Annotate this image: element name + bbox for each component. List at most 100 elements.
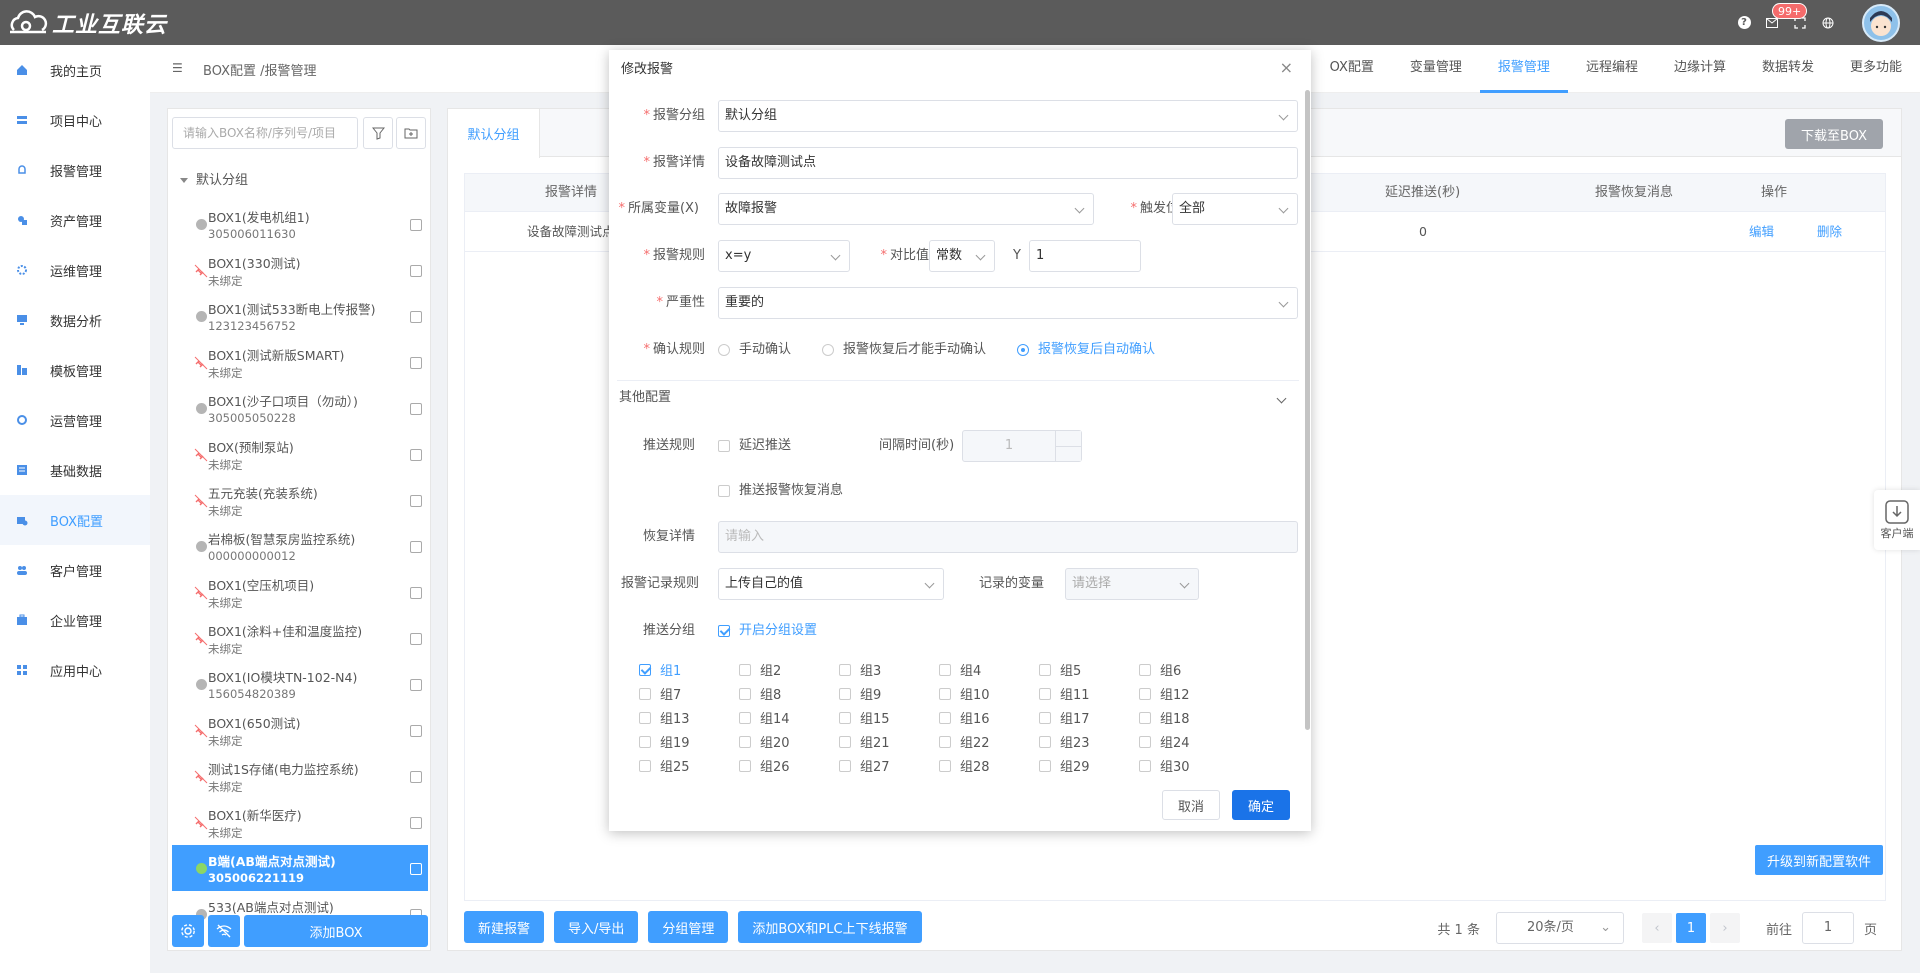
copy-icon[interactable] — [410, 725, 422, 737]
box-list-item[interactable]: B端(AB端点对点测试) 305006221119 — [172, 845, 428, 891]
group-checkbox[interactable]: 组3 — [839, 660, 881, 679]
new-alarm-button[interactable]: 新建报警 — [464, 911, 545, 943]
severity-select[interactable]: 重要的 — [718, 287, 1298, 319]
box-list-item[interactable]: BOX1(新华医疗) 未绑定 — [172, 799, 428, 845]
group-checkbox[interactable]: 组2 — [739, 660, 781, 679]
box-list-item[interactable]: 五元充装(充装系统) 未绑定 — [172, 477, 428, 523]
prev-page-button[interactable]: ‹ — [1641, 913, 1672, 943]
copy-icon[interactable] — [410, 633, 422, 645]
nav-item-9[interactable]: BOX配置 — [0, 495, 150, 545]
interval-stepper[interactable]: 1 — [962, 430, 1082, 462]
page-size-select[interactable]: 20条/页 ⌄ — [1495, 912, 1624, 944]
nav-item-8[interactable]: 基础数据 — [0, 445, 150, 495]
box-list-item[interactable]: BOX1(IO模块TN-102-N4) 156054820389 — [172, 661, 428, 707]
copy-icon[interactable] — [410, 495, 422, 507]
compare-type-select[interactable]: 常数 — [929, 240, 995, 272]
trigger-select[interactable]: 全部 — [1172, 193, 1298, 225]
nav-item-4[interactable]: 运维管理 — [0, 245, 150, 295]
tree-settings-button[interactable] — [172, 915, 204, 947]
goto-page-input[interactable]: 1 — [1801, 912, 1854, 944]
add-online-alarm-button[interactable]: 添加BOX和PLC上下线报警 — [738, 911, 922, 943]
nav-item-7[interactable]: 运营管理 — [0, 395, 150, 445]
group-checkbox[interactable]: 组26 — [739, 756, 790, 775]
box-list-item[interactable]: BOX1(测试533断电上传报警) 123123456752 — [172, 293, 428, 339]
import-export-button[interactable]: 导入/导出 — [554, 911, 639, 943]
dialog-scrollbar[interactable] — [1305, 90, 1310, 780]
nav-item-6[interactable]: 模板管理 — [0, 345, 150, 395]
copy-icon[interactable] — [410, 449, 422, 461]
group-checkbox[interactable]: 组12 — [1139, 684, 1190, 703]
nav-item-5[interactable]: 数据分析 — [0, 295, 150, 345]
box-search-input[interactable]: 请输入BOX名称/序列号/项目 — [172, 117, 358, 149]
chevron-down-icon[interactable] — [1276, 393, 1287, 404]
feature-tab-0[interactable]: OX配置 — [1312, 45, 1392, 93]
box-list-item[interactable]: 岩棉板(智慧泵房监控系统) 000000000012 — [172, 523, 428, 569]
group-checkbox[interactable]: 组16 — [939, 708, 990, 727]
cancel-button[interactable]: 取消 — [1162, 790, 1220, 820]
nav-item-0[interactable]: 我的主页 — [0, 45, 150, 95]
feature-tab-2[interactable]: 报警管理 — [1479, 45, 1568, 93]
add-folder-button[interactable] — [396, 117, 426, 149]
box-list-item[interactable]: BOX1(测试新版SMART) 未绑定 — [172, 339, 428, 385]
box-list-item[interactable]: BOX1(发电机组1) 305006011630 — [172, 201, 428, 247]
group-checkbox[interactable]: 组17 — [1039, 708, 1090, 727]
close-icon[interactable]: × — [1280, 58, 1293, 77]
feature-tab-3[interactable]: 远程编程 — [1568, 45, 1656, 93]
group-checkbox[interactable]: 组4 — [939, 660, 981, 679]
nav-item-3[interactable]: 资产管理 — [0, 195, 150, 245]
upgrade-software-button[interactable]: 升级到新配置软件 — [1754, 845, 1883, 875]
group-checkbox[interactable]: 组11 — [1039, 684, 1090, 703]
group-checkbox[interactable]: 组9 — [839, 684, 881, 703]
group-checkbox[interactable]: 组22 — [939, 732, 990, 751]
group-checkbox[interactable]: 组13 — [639, 708, 690, 727]
user-avatar[interactable] — [1862, 3, 1900, 42]
add-box-button[interactable]: 添加BOX — [244, 915, 428, 947]
group-checkbox[interactable]: 组23 — [1039, 732, 1090, 751]
box-list-item[interactable]: BOX1(涂料+佳和温度监控) 未绑定 — [172, 615, 428, 661]
detail-input[interactable]: 设备故障测试点 — [718, 147, 1298, 179]
enable-group-checkbox[interactable]: 开启分组设置 — [718, 621, 817, 641]
box-list-item[interactable]: BOX1(沙子口项目（勿动）) 305005050228 — [172, 385, 428, 431]
copy-icon[interactable] — [410, 403, 422, 415]
filter-button[interactable] — [363, 117, 393, 149]
copy-icon[interactable] — [410, 265, 422, 277]
group-checkbox[interactable]: 组30 — [1139, 756, 1190, 775]
box-list-item[interactable]: BOX1(650测试) 未绑定 — [172, 707, 428, 753]
record-rule-select[interactable]: 上传自己的值 — [718, 568, 944, 600]
message-button[interactable]: 99+ — [1764, 2, 1808, 31]
menu-toggle-icon[interactable]: ☰ — [172, 62, 184, 74]
group-checkbox[interactable]: 组24 — [1139, 732, 1190, 751]
copy-icon[interactable] — [410, 219, 422, 231]
client-download-float[interactable]: 客户端 — [1874, 490, 1920, 550]
scrollbar-thumb[interactable] — [1305, 90, 1310, 730]
group-checkbox[interactable]: 组6 — [1139, 660, 1181, 679]
group-checkbox[interactable]: 组25 — [639, 756, 690, 775]
group-checkbox[interactable]: 组20 — [739, 732, 790, 751]
tree-group-default[interactable]: 默认分组 — [180, 169, 248, 188]
group-checkbox[interactable]: 组18 — [1139, 708, 1190, 727]
copy-icon[interactable] — [410, 817, 422, 829]
next-page-button[interactable]: › — [1709, 913, 1740, 943]
copy-icon[interactable] — [410, 587, 422, 599]
stepper-down-button[interactable] — [1055, 446, 1081, 461]
feature-tab-1[interactable]: 变量管理 — [1392, 45, 1480, 93]
group-checkbox[interactable]: 组27 — [839, 756, 890, 775]
copy-icon[interactable] — [410, 311, 422, 323]
page-number[interactable]: 1 — [1675, 913, 1706, 943]
box-list-item[interactable]: 测试1S存储(电力监控系统) 未绑定 — [172, 753, 428, 799]
copy-icon[interactable] — [410, 863, 422, 875]
confirm-radio-after-recover-manual[interactable]: 报警恢复后才能手动确认 — [822, 334, 986, 366]
language-button[interactable] — [1820, 15, 1836, 31]
group-checkbox[interactable]: 组1 — [639, 660, 681, 679]
feature-tab-6[interactable]: 更多功能 — [1832, 45, 1920, 93]
record-var-select[interactable]: 请选择 — [1065, 568, 1199, 600]
feature-tab-5[interactable]: 数据转发 — [1744, 45, 1832, 93]
copy-icon[interactable] — [410, 541, 422, 553]
feature-tab-4[interactable]: 边缘计算 — [1656, 45, 1744, 93]
recover-detail-input[interactable]: 请输入 — [718, 521, 1298, 553]
nav-item-12[interactable]: 应用中心 — [0, 645, 150, 695]
group-manage-button[interactable]: 分组管理 — [648, 911, 729, 943]
group-checkbox[interactable]: 组21 — [839, 732, 890, 751]
box-list-item[interactable]: BOX1(330测试) 未绑定 — [172, 247, 428, 293]
copy-icon[interactable] — [410, 771, 422, 783]
